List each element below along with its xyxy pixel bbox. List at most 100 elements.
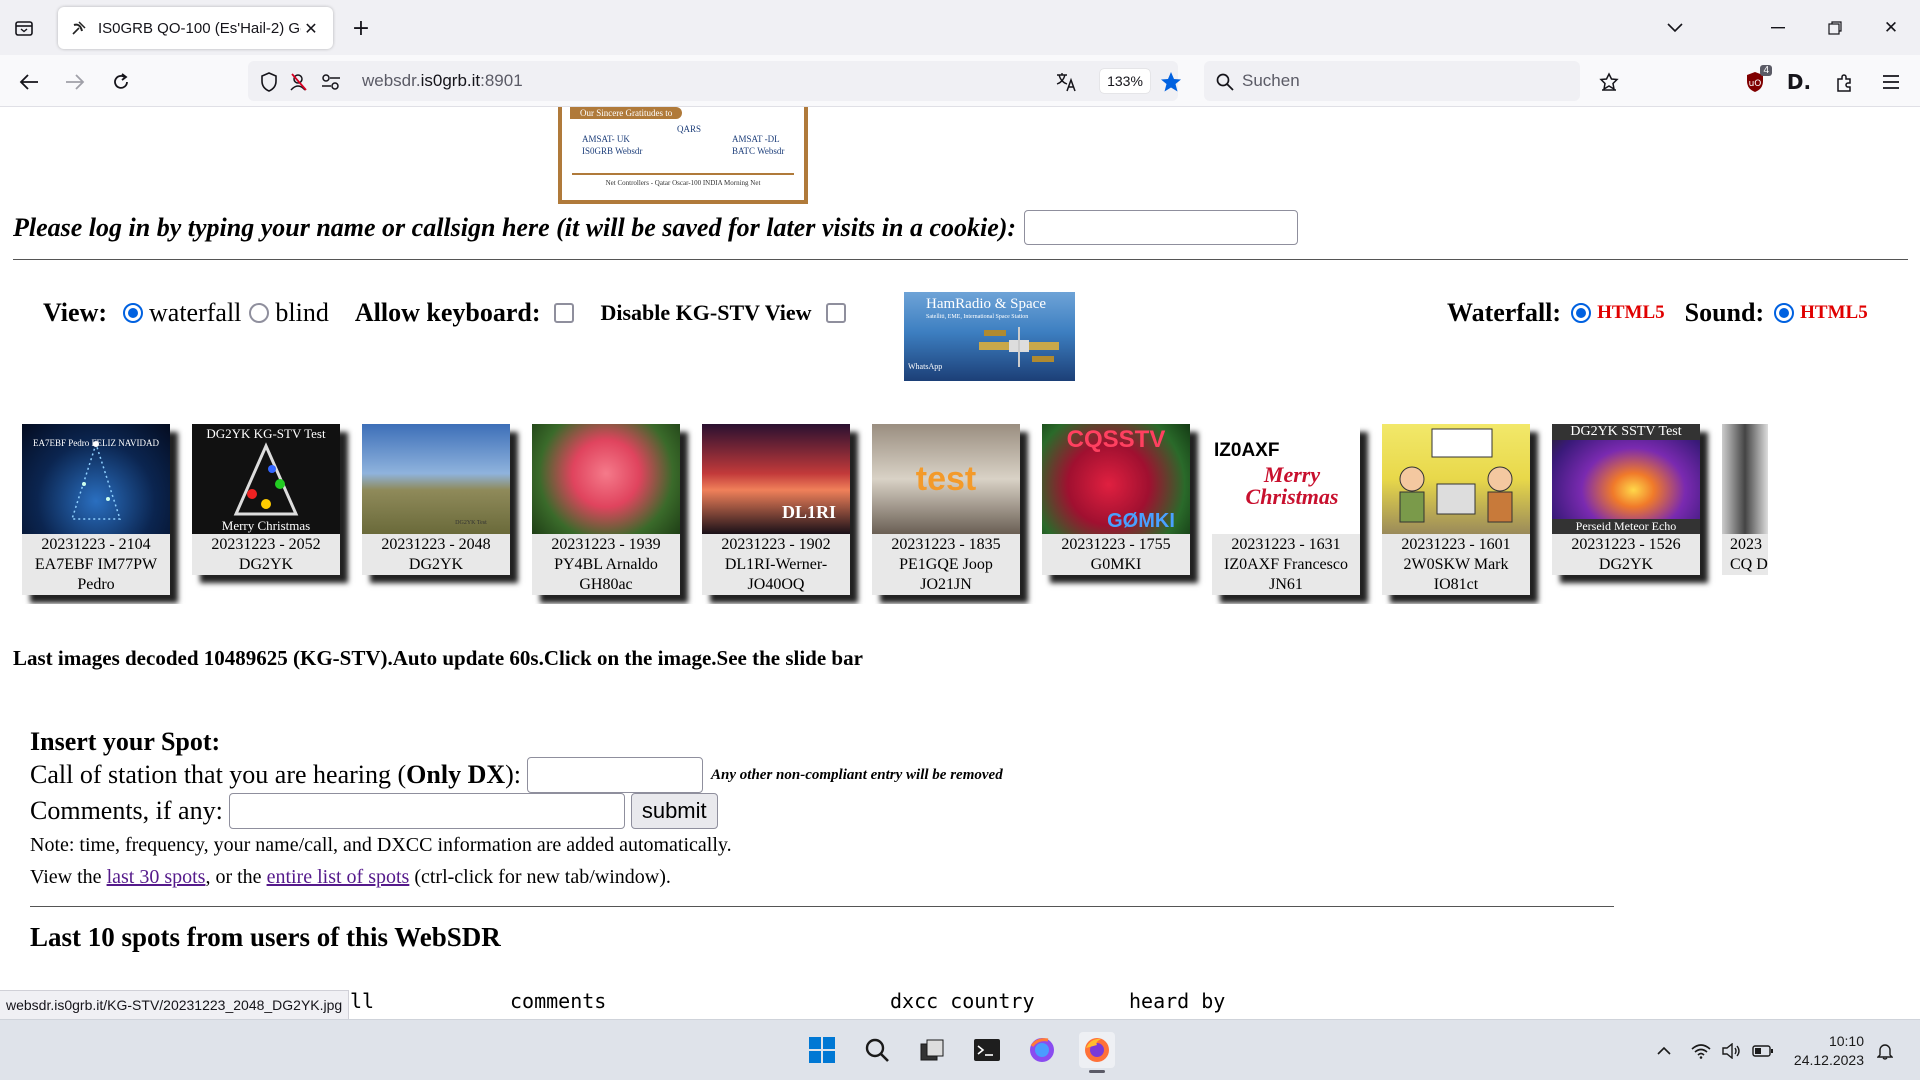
hamradio-space-banner[interactable]: HamRadio & Space Satelliti, EME, Interna… [904,292,1075,381]
sound-label: Sound: [1684,298,1765,327]
pocket-save-icon[interactable] [1596,69,1622,95]
last-30-spots-link[interactable]: last 30 spots [107,866,206,888]
waterfall-option-label: waterfall [149,298,242,327]
disable-kgstv-label: Disable KG-STV View [600,300,812,325]
waterfall-radio[interactable] [123,303,144,323]
thumb-callsign: DG2YK [408,556,464,573]
restore-button[interactable] [1820,14,1850,42]
close-window-button[interactable]: ✕ [1876,14,1906,42]
forward-button[interactable] [60,67,90,97]
sstv-thumbnail[interactable]: DG2YK KG-STV Test Merry Christmas 202312… [192,424,340,575]
notification-bell-icon[interactable] [1874,1040,1896,1062]
sstv-image[interactable]: CQSSTV GØMKI [1042,424,1190,534]
sstv-thumbnail[interactable]: DG2YK SSTV Test Perseid Meteor Echo 2023… [1552,424,1700,575]
sstv-thumbnail-partial[interactable]: 2023 CQ D [1722,424,1768,575]
tab-list-icon[interactable] [12,16,36,40]
banner-amsat-uk: AMSAT- UK [582,134,630,144]
thumb-date: 20231223 - 1631 [1231,536,1341,553]
banner-footer: Net Controllers - Qatar Oscar-100 INDIA … [605,179,761,187]
sstv-thumbnail[interactable]: 20231223 - 1939 PY4BL Arnaldo GH80ac [532,424,680,595]
comments-input[interactable] [228,793,625,829]
app-menu-icon[interactable] [1878,69,1904,95]
terminal-icon[interactable] [969,1032,1005,1068]
browser-tab[interactable]: IS0GRB QO-100 (Es'Hail-2) Geo ✕ [58,7,333,49]
thumb-caption: 20231223 - 2104 EA7EBF IM77PW Pedro [22,534,170,595]
view-mid-text: , or the [205,866,267,888]
disable-kgstv-checkbox[interactable] [825,303,846,323]
callsign-input[interactable] [1024,210,1299,245]
url-bar[interactable]: websdr.is0grb.it:8901 133% [248,61,1181,101]
sstv-thumbnail[interactable]: 20231223 - 1601 2W0SKW Mark IO81ct [1382,424,1530,595]
thumb-date: 2023 [1730,536,1762,553]
waterfall-html5-radio[interactable] [1571,303,1592,323]
sstv-image[interactable]: DG2YK Test [362,424,510,534]
thumb-date: 20231223 - 1526 [1571,536,1681,553]
column-heard-by: heard by [1129,989,1226,1013]
extension-d-icon[interactable]: D. [1786,69,1812,95]
space-station-icon [979,327,1059,367]
battery-icon[interactable] [1752,1040,1774,1062]
blocked-permission-icon[interactable] [288,71,310,93]
search-icon[interactable] [859,1032,895,1068]
bookmark-star-icon[interactable] [1160,71,1182,93]
view-post-text: (ctrl-click for new tab/window). [409,866,671,888]
close-tab-icon[interactable]: ✕ [301,18,321,38]
extensions-puzzle-icon[interactable] [1832,69,1858,95]
waterfall-html5-label: HTML5 [1597,302,1665,323]
sstv-image[interactable]: test [872,424,1020,534]
link-status-bar: websdr.is0grb.it/KG-STV/20231223_2048_DG… [0,990,350,1020]
translate-icon[interactable] [1056,71,1078,93]
image-overlay-text: test [915,460,977,498]
search-bar[interactable]: Suchen [1204,61,1580,101]
login-label: Please log in by typing your name or cal… [13,212,1017,242]
waterfall-label: Waterfall: [1447,298,1562,327]
sstv-image[interactable]: DL1RI [702,424,850,534]
firefox-icon[interactable] [1079,1032,1115,1073]
show-hidden-icons[interactable] [1653,1040,1675,1062]
sstv-thumbnail[interactable]: CQSSTV GØMKI 20231223 - 1755 G0MKI [1042,424,1190,575]
thumb-caption: 20231223 - 1755 G0MKI [1042,534,1190,575]
sstv-image[interactable] [1382,424,1530,534]
wifi-icon[interactable] [1690,1040,1712,1062]
dx-call-input[interactable] [527,757,704,793]
sstv-image[interactable]: DG2YK SSTV Test Perseid Meteor Echo [1552,424,1700,534]
allow-keyboard-checkbox[interactable] [554,303,575,323]
minimize-button[interactable] [1763,14,1793,42]
new-tab-button[interactable]: + [348,15,374,41]
thumb-callsign: IZ0AXF Francesco [1224,556,1348,573]
sstv-thumbnail[interactable]: test 20231223 - 1835 PE1GQE Joop JO21JN [872,424,1020,595]
sound-html5-radio[interactable] [1774,303,1795,323]
entire-list-link[interactable]: entire list of spots [267,866,410,888]
divider [13,259,1908,260]
shield-icon[interactable] [258,71,280,93]
list-all-tabs-icon[interactable] [1660,14,1690,42]
reload-button[interactable] [106,67,136,97]
volume-icon[interactable] [1720,1040,1742,1062]
sstv-image-strip[interactable]: EA7EBF Pedro FELIZ NAVIDAD 20231223 - 21… [13,424,1768,604]
submit-button[interactable]: submit [630,793,718,829]
sstv-image[interactable]: EA7EBF Pedro FELIZ NAVIDAD [22,424,170,534]
site-settings-icon[interactable] [320,71,342,93]
thumb-callsign: DL1RI-Werner- [724,556,828,573]
zoom-level-button[interactable]: 133% [1100,69,1150,93]
sstv-thumbnail[interactable]: DG2YK Test 20231223 - 2048 DG2YK [362,424,510,575]
image-overlay-text: EA7EBF Pedro FELIZ NAVIDAD [32,438,160,448]
task-view-icon[interactable] [914,1032,950,1068]
sstv-image[interactable]: DG2YK KG-STV Test Merry Christmas [192,424,340,534]
blind-radio[interactable] [249,303,270,323]
sstv-thumbnail[interactable]: IZ0AXF Merry Christmas 20231223 - 1631 I… [1212,424,1360,595]
system-clock[interactable]: 10:10 24.12.2023 [1784,1032,1864,1070]
sstv-image[interactable] [532,424,680,534]
windows-start-icon[interactable] [804,1032,840,1068]
thumb-callsign: G0MKI [1090,556,1142,573]
clock-date: 24.12.2023 [1793,1052,1864,1068]
thumb-callsign: EA7EBF IM77PW [34,556,158,573]
sstv-thumbnail[interactable]: DL1RI 20231223 - 1902 DL1RI-Werner- JO40… [702,424,850,595]
firefox-developer-icon[interactable] [1024,1032,1060,1068]
sstv-image[interactable]: IZ0AXF Merry Christmas [1212,424,1360,534]
ublock-origin-icon[interactable]: uO 4 [1742,65,1772,95]
banner-amsat-dl: AMSAT -DL [732,134,780,144]
sstv-thumbnail[interactable]: EA7EBF Pedro FELIZ NAVIDAD 20231223 - 21… [22,424,170,595]
sstv-image[interactable] [1722,424,1768,534]
back-button[interactable] [14,67,44,97]
